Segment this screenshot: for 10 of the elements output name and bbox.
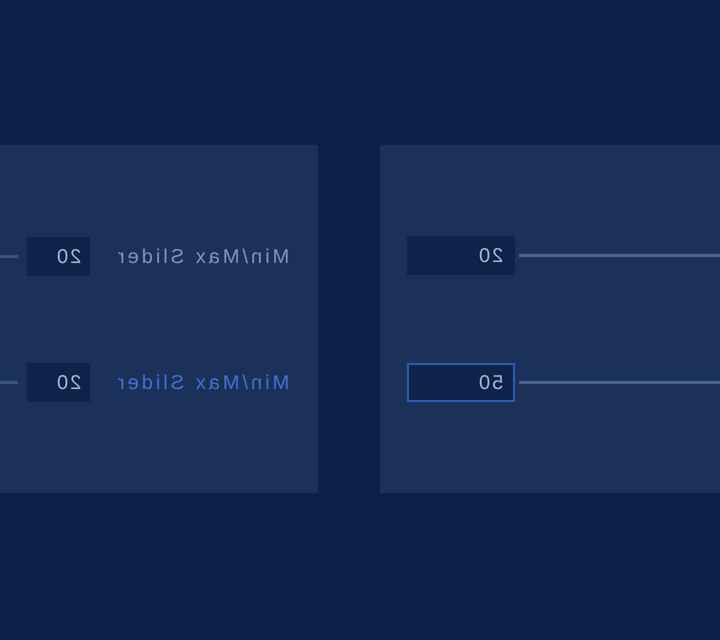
value-field[interactable]: 20 [27,237,90,276]
value-field[interactable]: 20 [27,363,90,402]
slider-track[interactable] [519,254,720,257]
slider-label: Min/Max Slider [115,370,290,396]
slider-label: Min/Max Slider [115,244,290,270]
value-field[interactable]: 20 [407,236,515,275]
slider-track[interactable] [0,381,18,384]
value-field[interactable]: 50 [407,363,515,402]
slider-track[interactable] [519,381,720,384]
slider-track[interactable] [0,255,18,258]
